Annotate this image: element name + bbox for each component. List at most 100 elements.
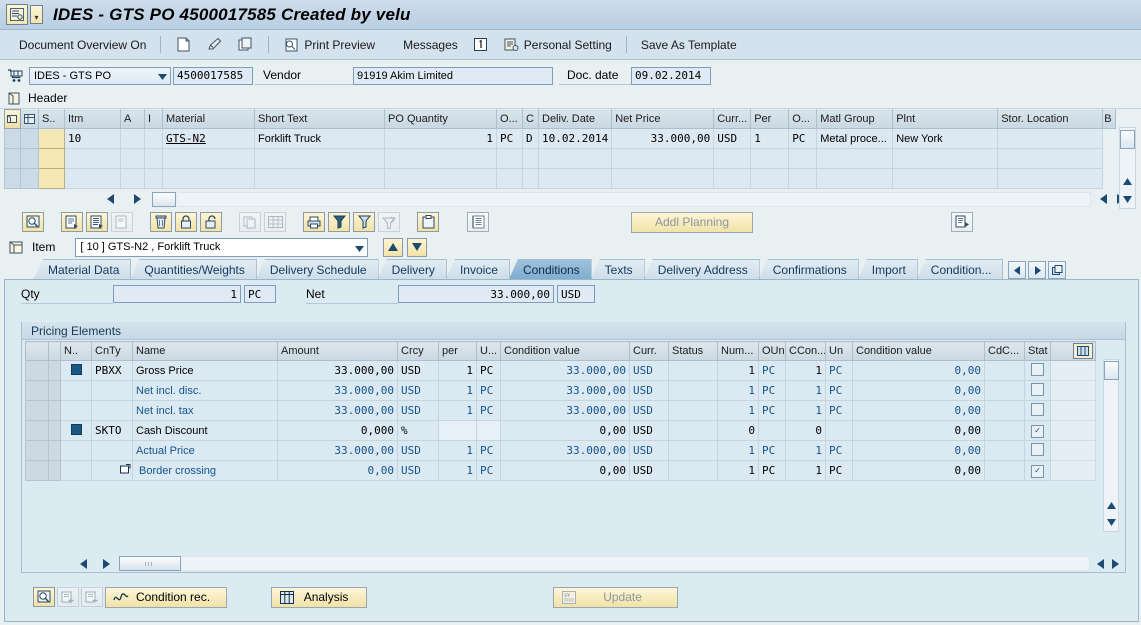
cell-order-unit[interactable] (496, 168, 523, 189)
cell-condition-value-2[interactable]: 0,00 (852, 360, 985, 381)
scroll-up-icon[interactable] (1106, 498, 1116, 512)
grid-icon[interactable] (264, 212, 286, 232)
column-header-stat[interactable]: Stat (1024, 341, 1051, 361)
tab-import[interactable]: Import (857, 259, 918, 279)
cell-cdc[interactable] (984, 400, 1025, 421)
row-marker-cell[interactable] (48, 380, 61, 401)
tab-delivery-schedule[interactable]: Delivery Schedule (255, 259, 379, 279)
cell-un[interactable]: PC (825, 400, 853, 421)
cell-cdc[interactable] (984, 360, 1025, 381)
update-button[interactable]: $¥ Update (553, 586, 679, 608)
cell-status[interactable] (668, 440, 718, 461)
chevron-down-icon[interactable] (355, 243, 365, 255)
stat-checkbox[interactable] (1031, 402, 1044, 416)
horizontal-scroll-thumb[interactable] (119, 556, 181, 571)
cell-status[interactable] (668, 420, 718, 441)
messages-button[interactable]: Messages (396, 36, 465, 54)
cell-n[interactable] (60, 400, 92, 421)
column-header-oun[interactable]: OUn (758, 341, 786, 361)
cell-short-text[interactable] (254, 168, 385, 189)
cell-condition-value[interactable]: 33.000,00 (500, 360, 630, 381)
cell-i[interactable] (144, 128, 163, 149)
row-marker-cell[interactable] (48, 420, 61, 441)
print-preview-button[interactable]: Print Preview (276, 35, 382, 55)
tab-delivery-address[interactable]: Delivery Address (643, 259, 760, 279)
cell-condition-value[interactable]: 33.000,00 (500, 380, 630, 401)
tab-condition-overflow[interactable]: Condition... (916, 259, 1004, 279)
cell-un[interactable] (825, 420, 853, 441)
stat-checkbox[interactable] (1031, 382, 1044, 396)
tab-delivery[interactable]: Delivery (377, 259, 447, 279)
cell-b[interactable] (1102, 148, 1116, 169)
cell-i[interactable] (144, 168, 163, 189)
cell-net-price[interactable] (611, 168, 715, 189)
row-status-cell[interactable] (38, 168, 65, 189)
new-document-button[interactable] (168, 35, 199, 55)
cell-per[interactable] (750, 148, 790, 169)
cell-n[interactable] (60, 420, 92, 441)
qty-unit-field[interactable]: PC (244, 285, 276, 303)
cell-n[interactable] (60, 380, 92, 401)
cell-name[interactable]: Border crossing (132, 460, 278, 481)
grid-select-all-cell[interactable] (20, 109, 39, 129)
column-header-po-quantity[interactable]: PO Quantity (384, 109, 497, 129)
column-header-u[interactable]: U... (476, 341, 501, 361)
grid-corner-cell[interactable] (4, 109, 21, 129)
scroll-right-icon[interactable] (130, 192, 144, 206)
hold-document-button[interactable] (199, 35, 230, 55)
column-header-cdc[interactable]: CdC... (984, 341, 1025, 361)
table-row[interactable]: 10 GTS-N2 Forklift Truck 1 PC D 10.02.20… (4, 128, 1116, 149)
cell-condition-value-2[interactable]: 0,00 (852, 400, 985, 421)
cell-u[interactable]: PC (476, 360, 501, 381)
column-header-i[interactable]: I (144, 109, 163, 129)
column-header-amount[interactable]: Amount (277, 341, 398, 361)
cell-oun[interactable]: PC (758, 460, 786, 481)
cell-condition-value-2[interactable]: 0,00 (852, 380, 985, 401)
table-row[interactable]: Net incl. tax 33.000,00 USD 1 PC 33.000,… (25, 400, 1096, 421)
cell-curr[interactable] (713, 148, 752, 169)
chevron-down-icon[interactable] (156, 71, 168, 83)
cell-o2[interactable]: PC (788, 128, 818, 149)
tab-confirmations[interactable]: Confirmations (758, 259, 859, 279)
cell-cdc[interactable] (984, 420, 1025, 441)
cell-i[interactable] (144, 148, 163, 169)
pricing-corner-cell[interactable] (25, 341, 49, 361)
cell-o2[interactable] (788, 148, 818, 169)
item-folder-icon[interactable] (6, 238, 26, 256)
header-expand-icon[interactable] (6, 90, 23, 106)
cell-plnt[interactable] (892, 148, 999, 169)
personal-setting-button[interactable]: Personal Setting (496, 35, 619, 55)
cell-itm[interactable]: 10 (64, 128, 121, 149)
cell-u[interactable] (476, 420, 501, 441)
cell-ccon[interactable]: 1 (785, 380, 826, 401)
subitem-icon[interactable] (120, 464, 131, 478)
column-header-crcy[interactable]: Crcy (397, 341, 439, 361)
cell-name[interactable]: Cash Discount (132, 420, 278, 441)
cell-material[interactable] (162, 168, 255, 189)
cell-num[interactable]: 1 (717, 400, 759, 421)
row-marker-cell[interactable] (48, 400, 61, 421)
cell-itm[interactable] (64, 168, 121, 189)
cell-c[interactable]: D (522, 128, 539, 149)
table-row[interactable] (4, 168, 1116, 189)
insert-condition-icon[interactable] (57, 587, 79, 607)
tab-texts[interactable]: Texts (590, 259, 645, 279)
cell-oun[interactable]: PC (758, 380, 786, 401)
cell-per[interactable]: 1 (438, 360, 477, 381)
cell-amount[interactable]: 33.000,00 (277, 380, 398, 401)
tab-quantities-weights[interactable]: Quantities/Weights (130, 259, 257, 279)
cell-u[interactable]: PC (476, 380, 501, 401)
copy-row-icon[interactable] (61, 212, 83, 232)
cell-crcy[interactable]: USD (397, 440, 439, 461)
scroll-down-icon[interactable] (1123, 192, 1132, 206)
column-header-deliv-date[interactable]: Deliv. Date (537, 109, 613, 129)
cell-cnty[interactable] (91, 460, 133, 481)
table-row[interactable]: Actual Price 33.000,00 USD 1 PC 33.000,0… (25, 440, 1096, 461)
cell-un[interactable]: PC (825, 360, 853, 381)
cell-per[interactable]: 1 (438, 440, 477, 461)
cell-num[interactable]: 1 (717, 380, 759, 401)
cell-cnty[interactable] (91, 400, 133, 421)
column-header-ccon[interactable]: CCon... (785, 341, 826, 361)
row-status-cell[interactable] (38, 128, 65, 149)
cell-deliv-date[interactable] (537, 168, 613, 189)
